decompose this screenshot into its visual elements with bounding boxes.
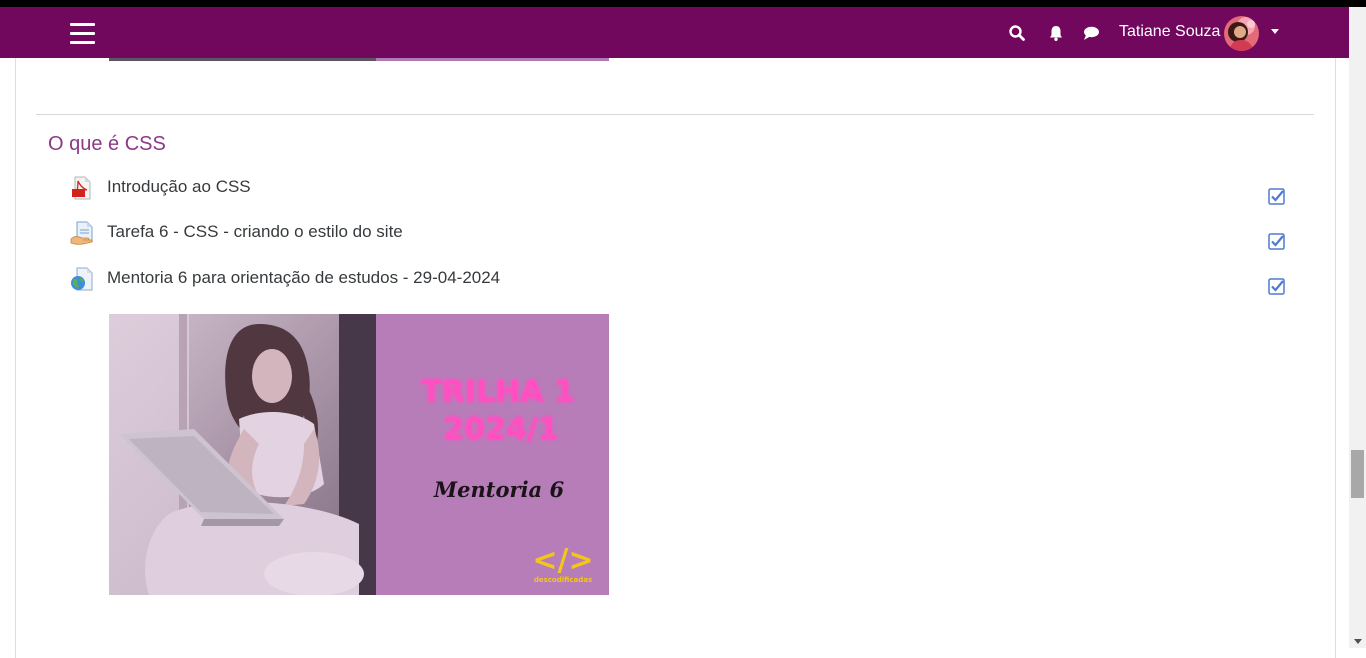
- user-menu-caret-icon[interactable]: [1271, 29, 1279, 34]
- banner-logo-symbol: </>: [532, 543, 593, 578]
- section-title[interactable]: O que é CSS: [48, 131, 166, 157]
- banner-line1: TRILHA 1: [421, 375, 575, 410]
- chat-bubble-icon[interactable]: [1082, 24, 1100, 42]
- activity-link-mentoria-6[interactable]: Mentoria 6 para orientação de estudos - …: [107, 267, 500, 289]
- completion-checkbox-icon[interactable]: [1268, 278, 1285, 295]
- banner-subtitle: Mentoria 6: [433, 477, 565, 502]
- user-avatar[interactable]: [1224, 16, 1259, 51]
- url-globe-icon: [71, 267, 93, 291]
- hamburger-menu-icon[interactable]: [70, 23, 95, 44]
- search-icon[interactable]: [1008, 24, 1026, 42]
- mentoria-banner-image: TRILHA 1 2024/1 Mentoria 6 </> descodifi…: [109, 314, 609, 595]
- browser-top-strip: [0, 0, 1366, 7]
- pdf-file-icon: [72, 176, 91, 200]
- user-name[interactable]: Tatiane Souza: [1119, 22, 1220, 42]
- bell-icon[interactable]: [1047, 24, 1065, 42]
- banner-logo-text: descodificadas: [534, 576, 592, 584]
- section-divider: [36, 114, 1314, 115]
- completion-checkbox-icon[interactable]: [1268, 233, 1285, 250]
- assignment-icon: [70, 221, 93, 245]
- scrollbar-thumb[interactable]: [1351, 450, 1364, 498]
- activity-link-introducao-css[interactable]: Introdução ao CSS: [107, 176, 251, 198]
- top-navbar: Tatiane Souza: [0, 7, 1349, 58]
- scroll-down-arrow-icon[interactable]: [1354, 639, 1362, 644]
- banner-line2: 2024/1: [443, 412, 558, 447]
- activity-link-tarefa-6[interactable]: Tarefa 6 - CSS - criando o estilo do sit…: [107, 221, 403, 243]
- completion-checkbox-icon[interactable]: [1268, 188, 1285, 205]
- vertical-scrollbar[interactable]: [1349, 7, 1366, 648]
- previous-section-image-bottom: [109, 58, 609, 61]
